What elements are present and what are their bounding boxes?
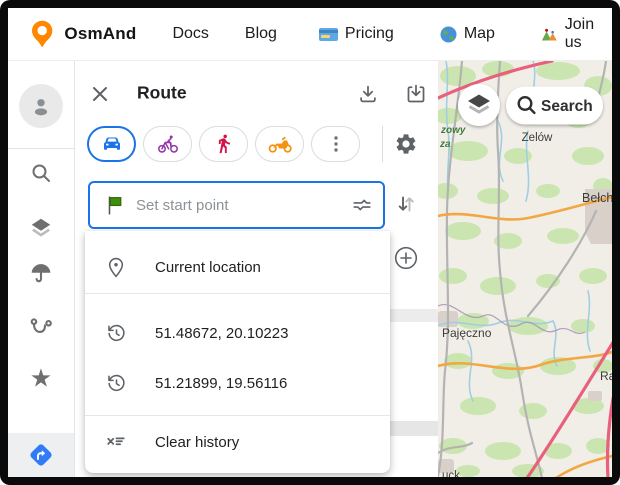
- cyclists-icon: [541, 27, 558, 42]
- favorites-star-icon[interactable]: ★: [30, 367, 52, 392]
- svg-text:za: za: [439, 139, 451, 150]
- label-belchatow: Bełchatów: [582, 191, 612, 205]
- brand-name[interactable]: OsmAnd: [64, 24, 136, 44]
- map-layers-button[interactable]: [458, 84, 500, 126]
- map-search-button[interactable]: Search: [506, 87, 603, 125]
- swap-points-icon[interactable]: [390, 188, 422, 220]
- svg-text:zowy: zowy: [440, 125, 466, 136]
- clear-history-icon: [103, 431, 129, 453]
- nav-item-pricing[interactable]: Pricing: [319, 25, 394, 43]
- nav-item-join-us[interactable]: Join us: [541, 16, 612, 52]
- nav-item-docs[interactable]: Docs: [172, 25, 208, 43]
- panel-title: Route: [137, 83, 187, 104]
- label-zelow: Zelów: [522, 132, 553, 144]
- route-settings-gear-icon[interactable]: [390, 128, 422, 160]
- mode-car-button[interactable]: [87, 126, 136, 162]
- credit-card-icon: [319, 28, 338, 41]
- start-point-input[interactable]: [136, 197, 351, 214]
- history-item[interactable]: 51.48672, 20.10223: [85, 308, 390, 358]
- label-uck: uck: [442, 470, 460, 477]
- mode-more-button[interactable]: [311, 126, 360, 162]
- history-item[interactable]: 51.21899, 19.56116: [85, 358, 390, 408]
- sidebar-item-navigation-active[interactable]: [8, 433, 74, 477]
- nav-item-map[interactable]: Map: [440, 25, 495, 43]
- mode-pedestrian-button[interactable]: [199, 126, 248, 162]
- weather-umbrella-icon[interactable]: [29, 261, 54, 286]
- add-point-icon[interactable]: [390, 242, 422, 274]
- start-flag-icon: [104, 194, 126, 216]
- left-sidebar: ★: [8, 61, 75, 477]
- top-navbar: OsmAnd Docs Blog Pricing Map Join us: [8, 8, 612, 60]
- navigation-icon: [27, 441, 55, 469]
- save-to-file-icon[interactable]: [400, 78, 432, 110]
- start-point-dropdown: Current location 51.48672, 20.10223 51.2…: [85, 231, 390, 473]
- content-area: ★ Route: [8, 60, 612, 477]
- map-layers-icon[interactable]: [28, 215, 54, 241]
- motorcycle-icon: [267, 131, 293, 157]
- bicycle-icon: [156, 132, 180, 156]
- account-icon[interactable]: [19, 84, 63, 128]
- download-icon[interactable]: [352, 78, 384, 110]
- osmand-web-app: OsmAnd Docs Blog Pricing Map Join us: [8, 8, 612, 477]
- divider: [382, 126, 383, 162]
- screenshot-frame: OsmAnd Docs Blog Pricing Map Join us: [0, 0, 620, 485]
- more-dots-icon: [326, 134, 346, 154]
- close-icon[interactable]: [84, 78, 116, 110]
- route-panel: Route: [75, 61, 438, 477]
- mode-bicycle-button[interactable]: [143, 126, 192, 162]
- transport-mode-row: [87, 126, 360, 162]
- search-icon[interactable]: [29, 161, 53, 185]
- history-icon: [103, 323, 129, 344]
- globe-icon: [440, 26, 457, 43]
- label-rad: Rad: [600, 369, 612, 383]
- tracks-route-icon[interactable]: [28, 313, 54, 339]
- route-options-tune-icon[interactable]: [351, 194, 373, 216]
- mode-motorcycle-button[interactable]: [255, 126, 304, 162]
- svg-text:Search: Search: [541, 98, 593, 115]
- location-pin-icon: [103, 256, 129, 278]
- car-icon: [100, 132, 124, 156]
- history-icon: [103, 373, 129, 394]
- background-row-strip: [390, 421, 438, 436]
- current-location-item[interactable]: Current location: [85, 241, 390, 293]
- background-row-strip: [390, 309, 438, 322]
- map-canvas[interactable]: zowy za Zelów Bełchatów Pajęczno Rad uck: [438, 61, 612, 477]
- nav-item-blog[interactable]: Blog: [245, 25, 277, 43]
- clear-history-item[interactable]: Clear history: [85, 416, 390, 468]
- label-pajeczno: Pajęczno: [442, 326, 492, 340]
- sidebar-divider: [8, 148, 74, 149]
- osmand-logo-icon[interactable]: [30, 19, 54, 49]
- pedestrian-icon: [213, 133, 235, 155]
- start-point-field[interactable]: [88, 181, 385, 229]
